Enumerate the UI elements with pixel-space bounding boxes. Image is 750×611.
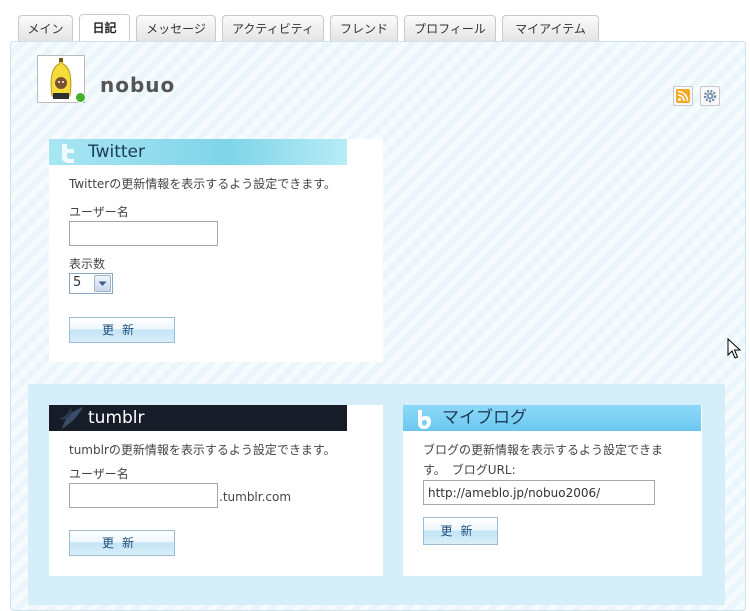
tab-diary[interactable]: 日記 bbox=[79, 14, 130, 42]
rss-icon bbox=[676, 89, 690, 103]
tumblr-update-button[interactable]: 更新 bbox=[69, 530, 175, 556]
tumblr-header: tumblr bbox=[49, 405, 347, 431]
twitter-count-label: 表示数 bbox=[69, 257, 106, 271]
myblog-widget: マイブログ ブログの更新情報を表示するよう設定できま す。 ブログURL: 更新 bbox=[403, 405, 702, 576]
twitter-count-select[interactable]: 5 bbox=[69, 273, 113, 294]
tumblr-username-label: ユーザー名 bbox=[69, 467, 129, 481]
tab-friends[interactable]: フレンド bbox=[330, 15, 398, 41]
tab-activity[interactable]: アクティビティ bbox=[222, 15, 324, 41]
tumblr-title: tumblr bbox=[88, 408, 145, 428]
tab-messages[interactable]: メッセージ bbox=[136, 15, 216, 41]
twitter-description: Twitterの更新情報を表示するよう設定できます。 bbox=[69, 177, 337, 191]
tumblr-widget: tumblr tumblrの更新情報を表示するよう設定できます。 ユーザー名 .… bbox=[49, 405, 383, 576]
settings-button[interactable] bbox=[700, 86, 720, 106]
tab-bar: メイン 日記 メッセージ アクティビティ フレンド プロフィール マイアイテム bbox=[0, 0, 750, 44]
twitter-username-input[interactable] bbox=[69, 221, 218, 246]
blog-logo-icon bbox=[418, 410, 431, 429]
twitter-header: Twitter bbox=[49, 139, 347, 165]
myblog-url-input[interactable] bbox=[423, 480, 655, 505]
twitter-title: Twitter bbox=[88, 142, 145, 162]
twitter-widget: Twitter Twitterの更新情報を表示するよう設定できます。 ユーザー名… bbox=[49, 139, 383, 362]
twitter-update-button[interactable]: 更新 bbox=[69, 317, 175, 343]
profile-username: nobuo bbox=[100, 73, 176, 97]
mouse-cursor-icon bbox=[727, 338, 741, 359]
gear-icon bbox=[703, 89, 717, 103]
tumblr-username-input[interactable] bbox=[69, 483, 218, 508]
myblog-header: マイブログ bbox=[403, 405, 701, 431]
online-status-icon bbox=[75, 92, 86, 103]
myblog-update-button[interactable]: 更新 bbox=[423, 517, 498, 545]
myblog-description-line1: ブログの更新情報を表示するよう設定できま bbox=[423, 443, 664, 457]
rss-button[interactable] bbox=[673, 86, 693, 106]
twitter-logo-icon bbox=[62, 144, 74, 163]
chevron-down-icon bbox=[94, 275, 111, 292]
myblog-description-line2: す。 ブログURL: bbox=[423, 463, 516, 477]
tumblr-description: tumblrの更新情報を表示するよう設定できます。 bbox=[69, 443, 336, 457]
twitter-count-value: 5 bbox=[73, 275, 82, 290]
myblog-title: マイブログ bbox=[442, 408, 527, 428]
tumblr-leaf-icon bbox=[59, 407, 83, 429]
tab-my-items[interactable]: マイアイテム bbox=[502, 15, 599, 41]
tab-main[interactable]: メイン bbox=[18, 15, 73, 41]
tab-profile[interactable]: プロフィール bbox=[404, 15, 496, 41]
tumblr-domain-suffix: .tumblr.com bbox=[219, 490, 292, 504]
twitter-username-label: ユーザー名 bbox=[69, 205, 129, 219]
